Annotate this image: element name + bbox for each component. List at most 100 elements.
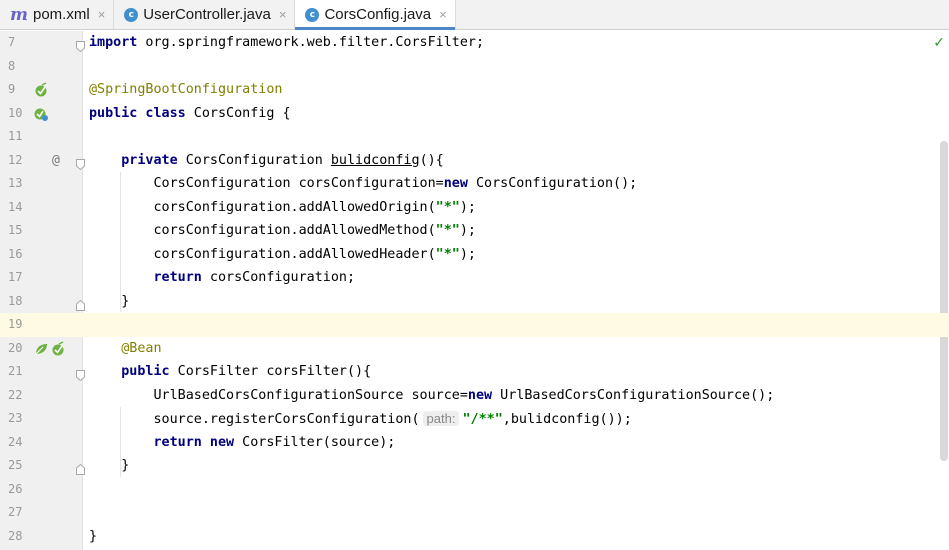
line-number: 21 [8, 364, 23, 378]
code-line[interactable]: 19 [0, 313, 949, 337]
code-token: @SpringBootConfiguration [89, 82, 283, 97]
gutter-cell: 24 [0, 431, 83, 455]
tab-label: pom.xml [33, 6, 90, 23]
code-line[interactable]: 8 [0, 55, 949, 79]
line-number: 25 [8, 458, 23, 472]
java-class-icon: c [305, 7, 320, 22]
close-icon[interactable]: × [98, 7, 106, 22]
code-token: org.springframework.web.filter.CorsFilte… [137, 35, 485, 50]
code-line[interactable]: 16 corsConfiguration.addAllowedHeader("*… [0, 243, 949, 267]
line-number: 11 [8, 129, 23, 143]
tab-usercontroller-java[interactable]: c UserController.java × [114, 0, 296, 29]
code-token: UrlBasedCorsConfigurationSource(); [492, 387, 775, 403]
code-line[interactable]: 26 [0, 478, 949, 502]
code-editor[interactable]: ✓ 7 import org.springframework.web.filter… [0, 31, 949, 550]
gutter-cell: 17 [0, 266, 83, 290]
gutter-cell: 8 [0, 55, 83, 79]
gutter-cell: 25 [0, 454, 85, 478]
code-line[interactable]: 28} [0, 525, 949, 549]
tab-pom-xml[interactable]: m pom.xml × [0, 0, 115, 29]
gutter-cell: 18 [0, 290, 85, 314]
code-line[interactable]: 15 corsConfiguration.addAllowedMethod("*… [0, 219, 949, 243]
code-line[interactable]: 11 [0, 125, 949, 149]
code-token: CorsConfiguration corsConfiguration= [89, 176, 444, 191]
line-number: 17 [8, 270, 23, 284]
code-token: "/**" [462, 412, 503, 427]
tab-label: UserController.java [143, 6, 271, 23]
code-line[interactable]: 13 CorsConfiguration corsConfiguration=n… [0, 172, 949, 196]
code-text: import org.springframework.web.filter.Co… [89, 31, 484, 55]
code-line[interactable]: 24 return new CorsFilter(source); [0, 431, 949, 455]
gutter-cell: 11 [0, 125, 83, 149]
fold-end-icon[interactable] [76, 460, 85, 475]
code-line[interactable]: 14 corsConfiguration.addAllowedOrigin("*… [0, 196, 949, 220]
code-text: } [89, 525, 97, 549]
code-line[interactable]: 25 } [0, 454, 949, 478]
line-number: 8 [8, 58, 16, 73]
code-token: } [89, 528, 98, 544]
code-token: corsConfiguration.addAllowedMethod( [89, 223, 436, 238]
gutter-cell: 14 [0, 196, 83, 220]
code-line[interactable]: 7 import org.springframework.web.filter.C… [0, 31, 949, 55]
line-number: 10 [8, 105, 23, 120]
code-token: "*" [435, 199, 460, 215]
spring-config-icon[interactable] [33, 106, 49, 122]
gutter-cell: 19 [0, 313, 83, 337]
code-text: } [89, 454, 129, 478]
line-number: 14 [8, 199, 23, 214]
code-line[interactable]: 22 UrlBasedCorsConfigurationSource sourc… [0, 384, 949, 408]
code-token: bulidconfig [330, 152, 420, 168]
line-number: 16 [8, 246, 23, 261]
code-token: CorsFilter corsFilter(){ [169, 364, 372, 379]
spring-bean-icon[interactable] [50, 340, 66, 357]
gutter-cell: 27 [0, 501, 83, 525]
override-at-icon[interactable]: @ [52, 149, 60, 173]
spring-gutter-icon[interactable] [33, 341, 49, 357]
gutter-cell: 20 [0, 337, 83, 361]
code-text: return new CorsFilter(source); [89, 431, 396, 455]
spring-bean-icon[interactable] [33, 82, 49, 98]
code-token: CorsConfiguration [177, 152, 331, 168]
line-number: 26 [8, 481, 23, 496]
code-token: ); [459, 223, 476, 238]
code-line[interactable]: 21 public CorsFilter corsFilter(){ [0, 360, 949, 384]
line-number: 9 [8, 82, 16, 96]
gutter-cell: 21 [0, 360, 85, 384]
line-number: 27 [8, 505, 23, 519]
line-number: 24 [8, 434, 23, 449]
fold-end-icon[interactable] [76, 296, 85, 311]
tab-corsconfig-java[interactable]: c CorsConfig.java × [295, 0, 456, 30]
code-line[interactable]: 10 public class CorsConfig { [0, 102, 949, 126]
fold-arrow-icon[interactable] [76, 366, 85, 382]
code-line[interactable]: 17 return corsConfiguration; [0, 266, 949, 290]
code-token: ); [459, 246, 476, 262]
code-token: ); [459, 199, 476, 215]
code-line[interactable]: 20 @Bean [0, 337, 949, 361]
fold-arrow-icon[interactable] [76, 37, 85, 53]
code-token: new [467, 387, 493, 403]
code-line[interactable]: 27 [0, 501, 949, 525]
close-icon[interactable]: × [279, 7, 287, 22]
parameter-hint: path: [422, 411, 460, 426]
code-line[interactable]: 23 source.registerCorsConfiguration(path… [0, 407, 949, 431]
code-token: } [89, 458, 130, 473]
code-text: private CorsConfiguration bulidconfig(){ [89, 149, 444, 173]
gutter-cell: 13 [0, 172, 83, 196]
code-line[interactable]: 18 } [0, 290, 949, 314]
line-number: 19 [8, 317, 23, 331]
fold-arrow-icon[interactable] [76, 155, 85, 170]
code-token: new [443, 176, 468, 191]
code-token: corsConfiguration.addAllowedHeader( [89, 246, 436, 262]
code-token: corsConfiguration.addAllowedOrigin( [89, 199, 436, 215]
code-line[interactable]: 12 @ private CorsConfiguration bulidconfi… [0, 149, 949, 173]
code-text: public class CorsConfig { [89, 102, 291, 126]
close-icon[interactable]: × [439, 7, 447, 22]
code-token: public class [89, 105, 186, 121]
code-line[interactable]: 9 @SpringBootConfiguration [0, 78, 949, 102]
tab-label: CorsConfig.java [324, 6, 432, 23]
code-token: UrlBasedCorsConfigurationSource source= [89, 387, 468, 403]
